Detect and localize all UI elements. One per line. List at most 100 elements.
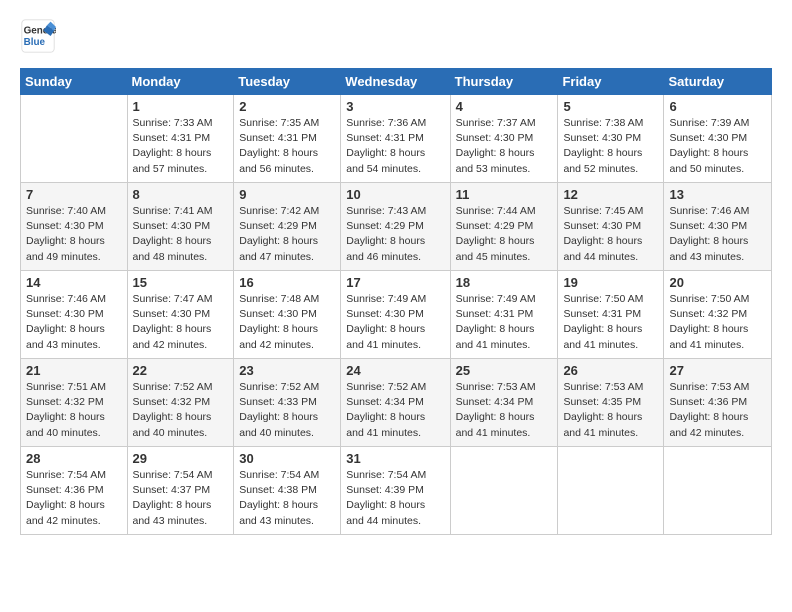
calendar-cell: 22 Sunrise: 7:52 AMSunset: 4:32 PMDayligh…: [127, 359, 234, 447]
day-number: 12: [563, 187, 658, 202]
day-info: Sunrise: 7:39 AMSunset: 4:30 PMDaylight:…: [669, 116, 766, 177]
calendar-cell: 12 Sunrise: 7:45 AMSunset: 4:30 PMDayligh…: [558, 183, 664, 271]
day-info: Sunrise: 7:49 AMSunset: 4:31 PMDaylight:…: [456, 292, 553, 353]
day-number: 7: [26, 187, 122, 202]
day-number: 23: [239, 363, 335, 378]
calendar-cell: 11Sunrise: 7:44 AMSunset: 4:29 PMDayligh…: [450, 183, 558, 271]
day-info: Sunrise: 7:45 AMSunset: 4:30 PMDaylight:…: [563, 204, 658, 265]
day-info: Sunrise: 7:48 AMSunset: 4:30 PMDaylight:…: [239, 292, 335, 353]
day-info: Sunrise: 7:52 AMSunset: 4:34 PMDaylight:…: [346, 380, 444, 441]
calendar-cell: 10Sunrise: 7:43 AMSunset: 4:29 PMDayligh…: [341, 183, 450, 271]
day-info: Sunrise: 7:52 AMSunset: 4:33 PMDaylight:…: [239, 380, 335, 441]
day-number: 13: [669, 187, 766, 202]
day-number: 11: [456, 187, 553, 202]
day-number: 26: [563, 363, 658, 378]
calendar-cell: [21, 95, 128, 183]
calendar-cell: 15Sunrise: 7:47 AMSunset: 4:30 PMDayligh…: [127, 271, 234, 359]
svg-text:Blue: Blue: [24, 37, 46, 48]
day-number: 2: [239, 99, 335, 114]
day-number: 4: [456, 99, 553, 114]
weekday-header-monday: Monday: [127, 69, 234, 95]
calendar-cell: 17 Sunrise: 7:49 AMSunset: 4:30 PMDayligh…: [341, 271, 450, 359]
week-row-4: 28 Sunrise: 7:54 AMSunset: 4:36 PMDayligh…: [21, 447, 772, 535]
week-row-1: 7 Sunrise: 7:40 AMSunset: 4:30 PMDaylight…: [21, 183, 772, 271]
day-number: 10: [346, 187, 444, 202]
calendar-cell: 28 Sunrise: 7:54 AMSunset: 4:36 PMDayligh…: [21, 447, 128, 535]
day-info: Sunrise: 7:50 AMSunset: 4:32 PMDaylight:…: [669, 292, 766, 353]
day-info: Sunrise: 7:42 AMSunset: 4:29 PMDaylight:…: [239, 204, 335, 265]
day-info: Sunrise: 7:52 AMSunset: 4:32 PMDaylight:…: [133, 380, 229, 441]
day-info: Sunrise: 7:46 AMSunset: 4:30 PMDaylight:…: [669, 204, 766, 265]
calendar-cell: 7 Sunrise: 7:40 AMSunset: 4:30 PMDaylight…: [21, 183, 128, 271]
calendar-cell: 20 Sunrise: 7:50 AMSunset: 4:32 PMDayligh…: [664, 271, 772, 359]
day-info: Sunrise: 7:46 AMSunset: 4:30 PMDaylight:…: [26, 292, 122, 353]
calendar-cell: 25Sunrise: 7:53 AMSunset: 4:34 PMDayligh…: [450, 359, 558, 447]
week-row-2: 14 Sunrise: 7:46 AMSunset: 4:30 PMDayligh…: [21, 271, 772, 359]
day-number: 14: [26, 275, 122, 290]
weekday-header-row: SundayMondayTuesdayWednesdayThursdayFrid…: [21, 69, 772, 95]
calendar-cell: 31 Sunrise: 7:54 AMSunset: 4:39 PMDayligh…: [341, 447, 450, 535]
weekday-header-wednesday: Wednesday: [341, 69, 450, 95]
day-info: Sunrise: 7:54 AMSunset: 4:37 PMDaylight:…: [133, 468, 229, 529]
day-info: Sunrise: 7:54 AMSunset: 4:36 PMDaylight:…: [26, 468, 122, 529]
day-number: 17: [346, 275, 444, 290]
day-number: 20: [669, 275, 766, 290]
day-info: Sunrise: 7:40 AMSunset: 4:30 PMDaylight:…: [26, 204, 122, 265]
day-number: 28: [26, 451, 122, 466]
day-info: Sunrise: 7:47 AMSunset: 4:30 PMDaylight:…: [133, 292, 229, 353]
calendar-cell: 3 Sunrise: 7:36 AMSunset: 4:31 PMDaylight…: [341, 95, 450, 183]
weekday-header-thursday: Thursday: [450, 69, 558, 95]
day-info: Sunrise: 7:50 AMSunset: 4:31 PMDaylight:…: [563, 292, 658, 353]
logo-icon: General Blue: [20, 18, 56, 54]
day-info: Sunrise: 7:36 AMSunset: 4:31 PMDaylight:…: [346, 116, 444, 177]
day-number: 22: [133, 363, 229, 378]
calendar-cell: [664, 447, 772, 535]
day-number: 30: [239, 451, 335, 466]
day-info: Sunrise: 7:38 AMSunset: 4:30 PMDaylight:…: [563, 116, 658, 177]
calendar-cell: 8Sunrise: 7:41 AMSunset: 4:30 PMDaylight…: [127, 183, 234, 271]
day-info: Sunrise: 7:33 AMSunset: 4:31 PMDaylight:…: [133, 116, 229, 177]
day-info: Sunrise: 7:53 AMSunset: 4:35 PMDaylight:…: [563, 380, 658, 441]
calendar-cell: 18 Sunrise: 7:49 AMSunset: 4:31 PMDayligh…: [450, 271, 558, 359]
calendar-cell: [450, 447, 558, 535]
day-info: Sunrise: 7:51 AMSunset: 4:32 PMDaylight:…: [26, 380, 122, 441]
calendar-cell: 14 Sunrise: 7:46 AMSunset: 4:30 PMDayligh…: [21, 271, 128, 359]
calendar-cell: 30 Sunrise: 7:54 AMSunset: 4:38 PMDayligh…: [234, 447, 341, 535]
calendar-cell: 5 Sunrise: 7:38 AMSunset: 4:30 PMDaylight…: [558, 95, 664, 183]
day-number: 18: [456, 275, 553, 290]
page: General Blue SundayMondayTuesdayWednesda…: [0, 0, 792, 612]
week-row-0: 1 Sunrise: 7:33 AMSunset: 4:31 PMDaylight…: [21, 95, 772, 183]
day-number: 5: [563, 99, 658, 114]
weekday-header-friday: Friday: [558, 69, 664, 95]
calendar-cell: 23 Sunrise: 7:52 AMSunset: 4:33 PMDayligh…: [234, 359, 341, 447]
day-number: 31: [346, 451, 444, 466]
day-info: Sunrise: 7:41 AMSunset: 4:30 PMDaylight:…: [133, 204, 229, 265]
calendar-cell: 13 Sunrise: 7:46 AMSunset: 4:30 PMDayligh…: [664, 183, 772, 271]
day-number: 1: [133, 99, 229, 114]
calendar-cell: [558, 447, 664, 535]
day-info: Sunrise: 7:54 AMSunset: 4:38 PMDaylight:…: [239, 468, 335, 529]
logo: General Blue: [20, 18, 56, 54]
day-info: Sunrise: 7:49 AMSunset: 4:30 PMDaylight:…: [346, 292, 444, 353]
calendar-cell: 16 Sunrise: 7:48 AMSunset: 4:30 PMDayligh…: [234, 271, 341, 359]
calendar-cell: 9 Sunrise: 7:42 AMSunset: 4:29 PMDaylight…: [234, 183, 341, 271]
day-info: Sunrise: 7:35 AMSunset: 4:31 PMDaylight:…: [239, 116, 335, 177]
day-number: 29: [133, 451, 229, 466]
day-info: Sunrise: 7:54 AMSunset: 4:39 PMDaylight:…: [346, 468, 444, 529]
weekday-header-saturday: Saturday: [664, 69, 772, 95]
calendar-cell: 24Sunrise: 7:52 AMSunset: 4:34 PMDayligh…: [341, 359, 450, 447]
day-number: 25: [456, 363, 553, 378]
day-number: 16: [239, 275, 335, 290]
header: General Blue: [20, 18, 772, 54]
day-number: 6: [669, 99, 766, 114]
week-row-3: 21Sunrise: 7:51 AMSunset: 4:32 PMDayligh…: [21, 359, 772, 447]
calendar-cell: 26 Sunrise: 7:53 AMSunset: 4:35 PMDayligh…: [558, 359, 664, 447]
day-number: 9: [239, 187, 335, 202]
weekday-header-tuesday: Tuesday: [234, 69, 341, 95]
calendar-table: SundayMondayTuesdayWednesdayThursdayFrid…: [20, 68, 772, 535]
calendar-cell: 1 Sunrise: 7:33 AMSunset: 4:31 PMDaylight…: [127, 95, 234, 183]
calendar-cell: 2 Sunrise: 7:35 AMSunset: 4:31 PMDaylight…: [234, 95, 341, 183]
calendar-cell: 27Sunrise: 7:53 AMSunset: 4:36 PMDayligh…: [664, 359, 772, 447]
day-info: Sunrise: 7:53 AMSunset: 4:36 PMDaylight:…: [669, 380, 766, 441]
day-number: 3: [346, 99, 444, 114]
